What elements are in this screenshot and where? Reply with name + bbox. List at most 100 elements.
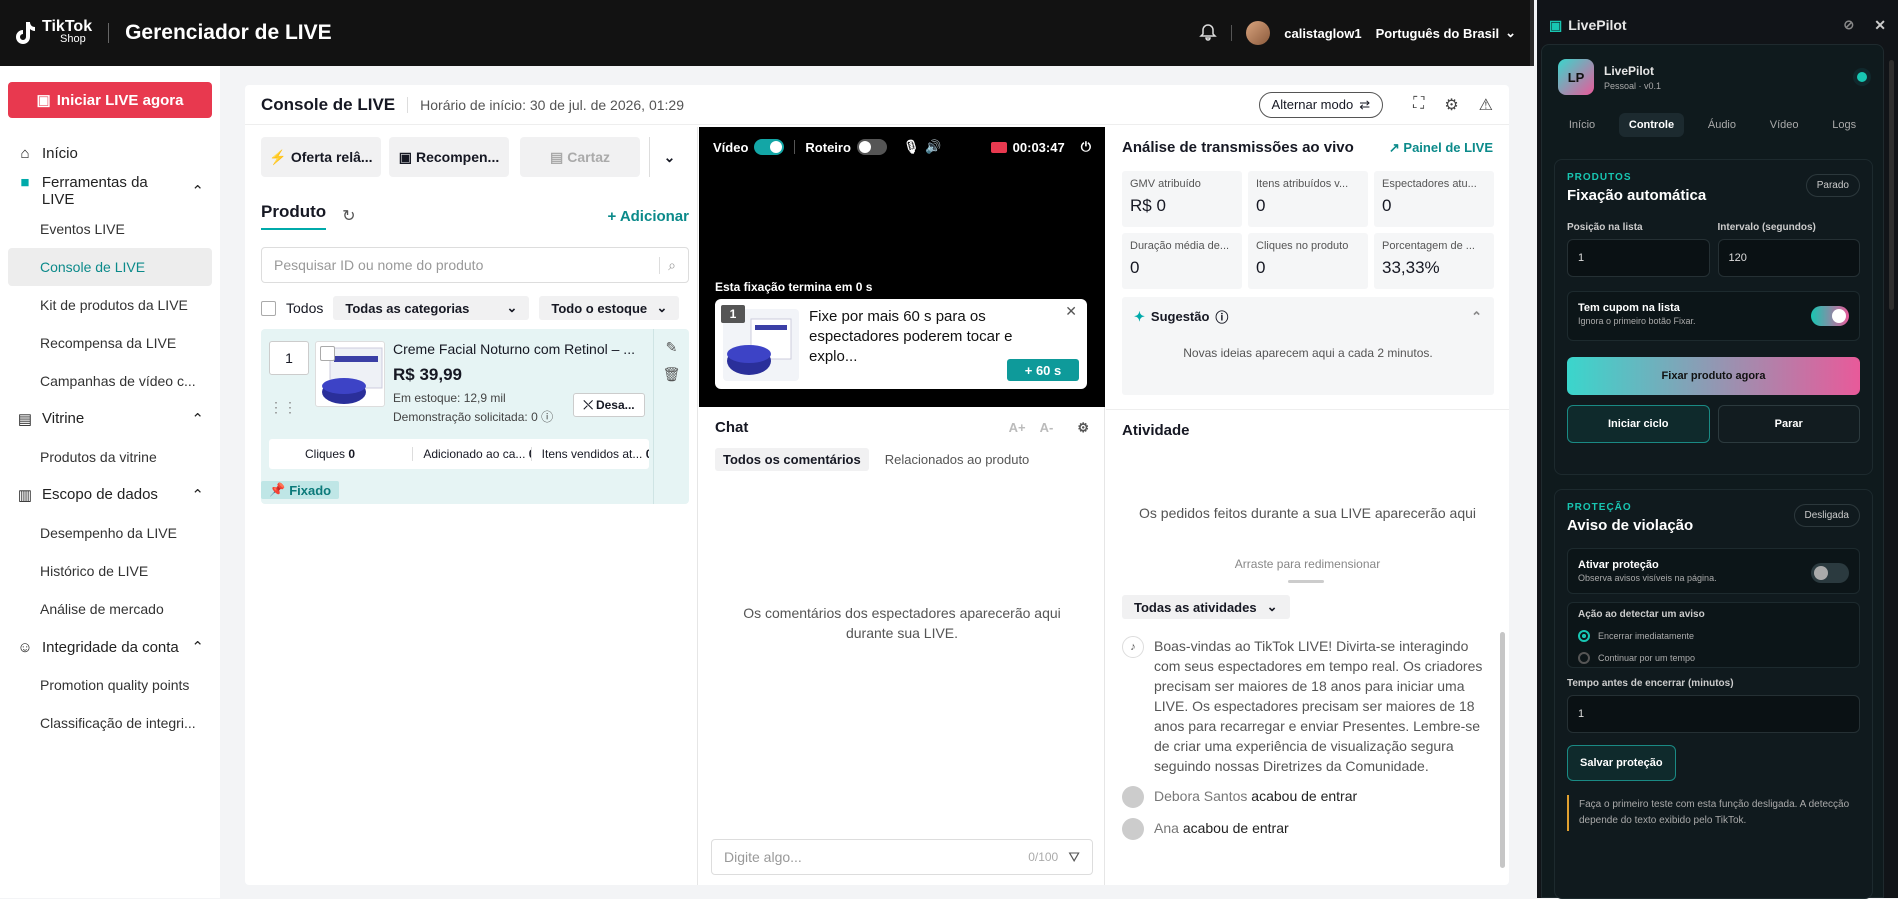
product-image: [315, 341, 385, 407]
sidebar-group-showcase[interactable]: ▤ Vitrine ⌃: [8, 400, 212, 438]
sidebar-group-account-integrity[interactable]: ☺ Integridade da conta ⌃: [8, 628, 212, 666]
poster-button[interactable]: ▤ Cartaz: [520, 137, 640, 177]
sidebar-group-data[interactable]: ▥ Escopo de dados ⌃: [8, 476, 212, 514]
activity-title: Atividade: [1122, 422, 1190, 439]
chevron-up-icon: ⌃: [191, 639, 204, 656]
enable-protection-setting: Ativar proteção Observa avisos visíveis …: [1567, 548, 1860, 594]
tab-product[interactable]: Produto: [261, 202, 327, 230]
option-continue[interactable]: Continuar por um tempo: [1578, 650, 1849, 664]
sidebar-item-live-reward[interactable]: Recompensa da LIVE: [8, 324, 212, 362]
live-dashboard-link[interactable]: ↗ Painel de LIVE: [1389, 140, 1493, 156]
metric-items: Itens atribuídos v... 0: [1248, 171, 1368, 227]
start-live-button[interactable]: ▣ Iniciar LIVE agora: [8, 82, 212, 118]
sidebar-group-live-tools[interactable]: ■ Ferramentas da LIVE ⌃: [8, 172, 212, 210]
more-tools-button[interactable]: ⌄: [649, 137, 689, 177]
category-select[interactable]: Todas as categorias ⌄: [333, 296, 530, 320]
start-cycle-button[interactable]: Iniciar ciclo: [1567, 405, 1710, 443]
enable-protection-toggle[interactable]: [1811, 563, 1849, 583]
pinned-badge: 📌 Fixado: [261, 481, 340, 499]
add-product-button[interactable]: + Adicionar: [607, 208, 689, 225]
drag-handle-icon[interactable]: ⋮⋮: [269, 399, 297, 416]
tab-all-comments[interactable]: Todos os comentários: [715, 448, 869, 471]
tiktok-icon: ♪: [1122, 636, 1144, 658]
font-decrease-button[interactable]: A-: [1040, 420, 1054, 436]
close-icon[interactable]: ✕: [1065, 303, 1077, 320]
scrollbar[interactable]: [1500, 632, 1505, 868]
select-all-checkbox[interactable]: [261, 300, 276, 316]
video-toggle[interactable]: [754, 139, 785, 155]
join-user[interactable]: Ana: [1154, 820, 1179, 836]
chat-input-placeholder: Digite algo...: [724, 849, 802, 865]
tab-control[interactable]: Controle: [1618, 113, 1685, 137]
speaker-icon[interactable]: 🔊: [925, 139, 941, 155]
close-icon[interactable]: ✕: [1874, 17, 1886, 34]
trash-icon[interactable]: 🗑: [663, 366, 681, 383]
add-product-label: Adicionar: [619, 207, 689, 225]
sidebar-item-product-kit[interactable]: Kit de produtos da LIVE: [8, 286, 212, 324]
sidebar-item-promotion-quality[interactable]: Promotion quality points: [8, 666, 212, 704]
tab-logs[interactable]: Logs: [1822, 113, 1866, 137]
power-icon[interactable]: ⏻: [1081, 139, 1091, 155]
unpin-icon[interactable]: ⊘: [1843, 17, 1854, 33]
refresh-icon[interactable]: ↻: [342, 206, 355, 226]
product-position-input[interactable]: 1: [269, 341, 309, 375]
chevron-up-icon[interactable]: ⌃: [1471, 309, 1482, 325]
tiktok-shop-logo[interactable]: TikTok Shop: [14, 19, 92, 46]
switch-mode-button[interactable]: Alternar modo ⇄: [1258, 91, 1384, 118]
sidebar-item-live-performance[interactable]: Desempenho da LIVE: [8, 514, 212, 552]
chat-input[interactable]: Digite algo... 0/100 ⛛: [711, 839, 1093, 875]
join-user[interactable]: Debora Santos: [1154, 788, 1247, 804]
list-item: Debora Santos acabou de entrar: [1122, 786, 1492, 808]
help-icon[interactable]: ⓘ: [1215, 307, 1228, 326]
sidebar-item-market-analysis[interactable]: Análise de mercado: [8, 590, 212, 628]
script-toggle[interactable]: [856, 139, 887, 155]
coupon-toggle[interactable]: [1811, 306, 1849, 326]
screenshot-icon[interactable]: ⛶: [1413, 95, 1424, 115]
activity-filter-select[interactable]: Todas as atividades ⌄: [1122, 595, 1290, 619]
tab-product-comments[interactable]: Relacionados ao produto: [877, 448, 1038, 471]
time-input[interactable]: 1: [1567, 695, 1860, 733]
stop-button[interactable]: Parar: [1717, 405, 1860, 443]
flash-offer-button[interactable]: ⚡ Oferta relâ...: [261, 137, 381, 177]
microphone-icon[interactable]: 🎙: [903, 139, 920, 155]
sidebar-item-integrity-rating[interactable]: Classificação de integri...: [8, 704, 212, 742]
settings-icon[interactable]: ⚙: [1444, 95, 1458, 115]
tab-audio[interactable]: Áudio: [1698, 113, 1746, 137]
pin-now-button[interactable]: Fixar produto agora: [1567, 357, 1860, 395]
filter-icon[interactable]: ⛛: [1068, 849, 1080, 866]
tab-video[interactable]: Vídeo: [1760, 113, 1809, 137]
position-input[interactable]: 1: [1567, 239, 1710, 277]
sidebar-item-video-campaigns[interactable]: Campanhas de vídeo c...: [8, 362, 212, 400]
unpin-button[interactable]: ⤬ Desa...: [573, 393, 645, 417]
chat-settings-icon[interactable]: ⚙: [1077, 420, 1089, 436]
stock-select[interactable]: Todo o estoque ⌄: [539, 296, 680, 320]
product-search-input[interactable]: Pesquisar ID ou nome do produto ⌕: [261, 247, 689, 283]
sidebar-item-live-console[interactable]: Console de LIVE: [8, 248, 212, 286]
language-select[interactable]: Português do Brasil ⌄: [1376, 25, 1516, 41]
sidebar-item-home[interactable]: ⌂ Início: [8, 134, 212, 172]
info-icon[interactable]: ⓘ: [541, 410, 553, 424]
extend-pin-button[interactable]: + 60 s: [1007, 359, 1079, 381]
sidebar-group-label: Integridade da conta: [42, 638, 179, 656]
interval-input[interactable]: 120: [1717, 239, 1860, 277]
avatar[interactable]: [1246, 21, 1271, 45]
search-icon[interactable]: ⌕: [659, 256, 676, 274]
time-label: Tempo antes de encerrar (minutos): [1567, 678, 1734, 689]
save-protection-button[interactable]: Salvar proteção: [1567, 745, 1676, 781]
product-checkbox[interactable]: [320, 346, 335, 361]
activity-panel: Atividade Os pedidos feitos durante a su…: [1106, 409, 1509, 885]
sidebar-item-showcase-products[interactable]: Produtos da vitrine: [8, 438, 212, 476]
sidebar-item-live-events[interactable]: Eventos LIVE: [8, 210, 212, 248]
font-increase-button[interactable]: A+: [1009, 420, 1026, 436]
scrollbar[interactable]: [1889, 60, 1894, 310]
sidebar-item-live-history[interactable]: Histórico de LIVE: [8, 552, 212, 590]
option-end-immediately[interactable]: Encerrar imediatamente: [1578, 628, 1849, 642]
tab-home[interactable]: Início: [1559, 113, 1605, 137]
enable-protection-sub: Observa avisos visíveis na página.: [1578, 573, 1717, 583]
warning-icon[interactable]: ⚠: [1479, 95, 1493, 115]
username[interactable]: calistaglow1: [1284, 26, 1361, 41]
resize-handle[interactable]: [1288, 580, 1324, 583]
edit-icon[interactable]: ✎: [666, 339, 678, 356]
reward-button[interactable]: ▣ Recompen...: [389, 137, 509, 177]
bell-icon[interactable]: [1199, 23, 1218, 44]
